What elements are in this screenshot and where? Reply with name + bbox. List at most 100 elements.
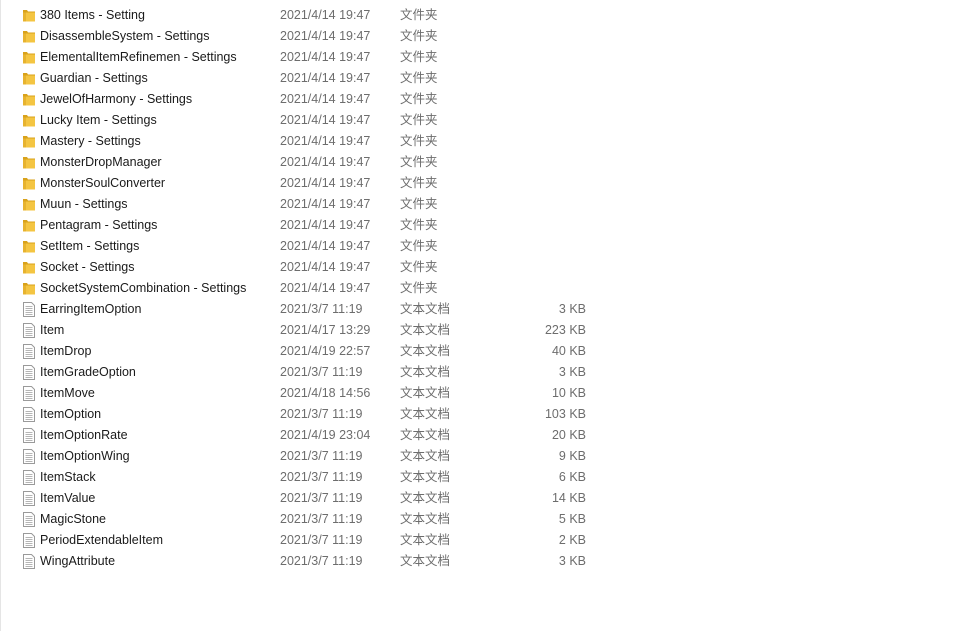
file-row[interactable]: ItemOptionRate 2021/4/19 23:04 文本文档 20 KB	[0, 425, 957, 446]
file-type: 文件夹	[400, 92, 438, 106]
file-size: 103 KB	[544, 407, 586, 421]
file-date: 2021/4/14 19:47	[280, 239, 371, 253]
file-type: 文本文档	[400, 365, 451, 379]
file-name: WingAttribute	[40, 554, 116, 568]
file-date: 2021/3/7 11:19	[280, 554, 363, 568]
file-name: ElementalItemRefinemen - Settings	[40, 50, 237, 64]
file-row[interactable]: SocketSystemCombination - Settings 2021/4…	[0, 278, 957, 299]
file-row[interactable]: Guardian - Settings 2021/4/14 19:47 文件夹	[0, 68, 957, 89]
file-date: 2021/3/7 11:19	[280, 365, 363, 379]
file-list[interactable]: 380 Items - Setting 2021/4/14 19:47 文件夹 Dis…	[0, 5, 957, 572]
file-type: 文件夹	[400, 260, 438, 274]
text-file-icon	[22, 554, 36, 569]
file-row[interactable]: EarringItemOption 2021/3/7 11:19 文本文档 3 KB	[0, 299, 957, 320]
file-date: 2021/4/14 19:47	[280, 260, 371, 274]
file-date: 2021/4/14 19:47	[280, 155, 371, 169]
file-row[interactable]: WingAttribute 2021/3/7 11:19 文本文档 3 KB	[0, 551, 957, 572]
file-type: 文本文档	[400, 554, 451, 568]
file-name: ItemStack	[40, 470, 96, 484]
file-row[interactable]: SetItem - Settings 2021/4/14 19:47 文件夹	[0, 236, 957, 257]
file-name: ItemDrop	[40, 344, 92, 358]
file-row[interactable]: Pentagram - Settings 2021/4/14 19:47 文件夹	[0, 215, 957, 236]
file-date: 2021/4/14 19:47	[280, 71, 371, 85]
file-size: 9 KB	[558, 449, 586, 463]
file-row[interactable]: ItemGradeOption 2021/3/7 11:19 文本文档 3 KB	[0, 362, 957, 383]
file-date: 2021/4/14 19:47	[280, 281, 371, 295]
file-date: 2021/4/14 19:47	[280, 218, 371, 232]
file-row[interactable]: MonsterDropManager 2021/4/14 19:47 文件夹	[0, 152, 957, 173]
file-name: SocketSystemCombination - Settings	[40, 281, 247, 295]
file-name: DisassembleSystem - Settings	[40, 29, 210, 43]
file-row[interactable]: JewelOfHarmony - Settings 2021/4/14 19:47…	[0, 89, 957, 110]
file-name: MonsterDropManager	[40, 155, 162, 169]
folder-icon	[22, 218, 36, 233]
file-row[interactable]: ElementalItemRefinemen - Settings 2021/4/…	[0, 47, 957, 68]
file-row[interactable]: PeriodExtendableItem 2021/3/7 11:19 文本文档 2 …	[0, 530, 957, 551]
file-date: 2021/4/18 14:56	[280, 386, 371, 400]
file-name: ItemGradeOption	[40, 365, 136, 379]
text-file-icon	[22, 449, 36, 464]
file-type: 文本文档	[400, 470, 451, 484]
file-row[interactable]: Lucky Item - Settings 2021/4/14 19:47 文件夹	[0, 110, 957, 131]
text-file-icon	[22, 386, 36, 401]
file-name: Socket - Settings	[40, 260, 135, 274]
folder-icon	[22, 260, 36, 275]
file-row[interactable]: Item 2021/4/17 13:29 文本文档 223 KB	[0, 320, 957, 341]
file-name: ItemOptionWing	[40, 449, 130, 463]
file-row[interactable]: Mastery - Settings 2021/4/14 19:47 文件夹	[0, 131, 957, 152]
file-name: Lucky Item - Settings	[40, 113, 157, 127]
file-row[interactable]: MonsterSoulConverter 2021/4/14 19:47 文件夹	[0, 173, 957, 194]
file-size: 10 KB	[551, 386, 586, 400]
file-size: 2 KB	[558, 533, 586, 547]
file-type: 文件夹	[400, 155, 438, 169]
file-row[interactable]: DisassembleSystem - Settings 2021/4/14 19…	[0, 26, 957, 47]
file-row[interactable]: ItemDrop 2021/4/19 22:57 文本文档 40 KB	[0, 341, 957, 362]
file-name: Guardian - Settings	[40, 71, 148, 85]
file-type: 文本文档	[400, 533, 451, 547]
file-date: 2021/4/14 19:47	[280, 29, 371, 43]
file-date: 2021/4/19 22:57	[280, 344, 371, 358]
file-name: Pentagram - Settings	[40, 218, 158, 232]
file-name: ItemOptionRate	[40, 428, 128, 442]
file-row[interactable]: ItemOptionWing 2021/3/7 11:19 文本文档 9 KB	[0, 446, 957, 467]
text-file-icon	[22, 428, 36, 443]
file-row[interactable]: Muun - Settings 2021/4/14 19:47 文件夹	[0, 194, 957, 215]
file-date: 2021/3/7 11:19	[280, 407, 363, 421]
file-size: 3 KB	[558, 365, 586, 379]
folder-icon	[22, 281, 36, 296]
file-type: 文件夹	[400, 71, 438, 85]
file-row[interactable]: ItemOption 2021/3/7 11:19 文本文档 103 KB	[0, 404, 957, 425]
file-type: 文件夹	[400, 239, 438, 253]
file-row[interactable]: MagicStone 2021/3/7 11:19 文本文档 5 KB	[0, 509, 957, 530]
text-file-icon	[22, 470, 36, 485]
text-file-icon	[22, 323, 36, 338]
file-date: 2021/4/14 19:47	[280, 8, 371, 22]
file-size: 14 KB	[551, 491, 586, 505]
file-date: 2021/3/7 11:19	[280, 302, 363, 316]
file-size: 3 KB	[558, 554, 586, 568]
file-date: 2021/4/17 13:29	[280, 323, 371, 337]
file-row[interactable]: Socket - Settings 2021/4/14 19:47 文件夹	[0, 257, 957, 278]
text-file-icon	[22, 533, 36, 548]
file-size: 6 KB	[558, 470, 586, 484]
text-file-icon	[22, 491, 36, 506]
text-file-icon	[22, 512, 36, 527]
file-row[interactable]: ItemStack 2021/3/7 11:19 文本文档 6 KB	[0, 467, 957, 488]
file-row[interactable]: 380 Items - Setting 2021/4/14 19:47 文件夹	[0, 5, 957, 26]
folder-icon	[22, 92, 36, 107]
file-row[interactable]: ItemMove 2021/4/18 14:56 文本文档 10 KB	[0, 383, 957, 404]
file-row[interactable]: ItemValue 2021/3/7 11:19 文本文档 14 KB	[0, 488, 957, 509]
file-size: 5 KB	[558, 512, 586, 526]
file-name: Muun - Settings	[40, 197, 128, 211]
file-type: 文本文档	[400, 386, 451, 400]
file-name: ItemValue	[40, 491, 96, 505]
file-name: EarringItemOption	[40, 302, 142, 316]
file-date: 2021/4/14 19:47	[280, 176, 371, 190]
file-size: 223 KB	[544, 323, 586, 337]
file-type: 文件夹	[400, 281, 438, 295]
folder-icon	[22, 134, 36, 149]
file-date: 2021/3/7 11:19	[280, 470, 363, 484]
file-date: 2021/3/7 11:19	[280, 449, 363, 463]
file-type: 文本文档	[400, 491, 451, 505]
file-name: ItemOption	[40, 407, 102, 421]
